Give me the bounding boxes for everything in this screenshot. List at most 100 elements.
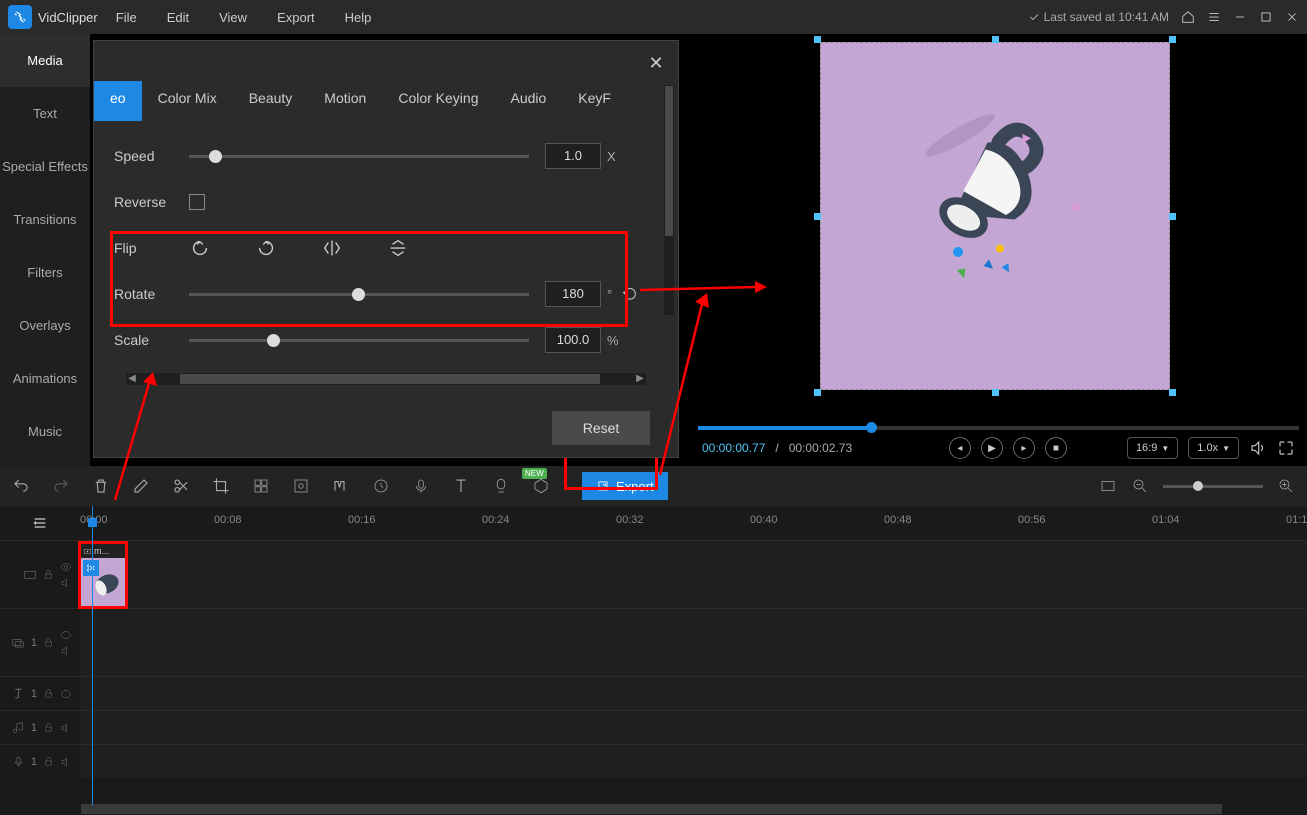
undo-icon[interactable] xyxy=(12,477,30,495)
speed-value[interactable]: 1.0 xyxy=(545,143,601,169)
scroll-left-icon[interactable]: ◀ xyxy=(126,373,138,385)
redo-icon[interactable] xyxy=(52,477,70,495)
delete-icon[interactable] xyxy=(92,477,110,495)
track-mute-icon[interactable] xyxy=(60,577,72,589)
resize-handle[interactable] xyxy=(814,213,821,220)
tab-beauty[interactable]: Beauty xyxy=(233,81,309,121)
track-lock-icon[interactable] xyxy=(43,688,54,699)
flip-vertical-icon[interactable] xyxy=(387,237,409,259)
track-video-icon[interactable] xyxy=(23,568,37,582)
zoom-out-icon[interactable] xyxy=(1131,477,1149,495)
export-button[interactable]: Export xyxy=(582,472,668,500)
track-overlay-icon[interactable] xyxy=(11,636,25,650)
track-music-icon[interactable] xyxy=(12,721,25,734)
scale-slider[interactable] xyxy=(189,339,529,342)
maximize-icon[interactable] xyxy=(1259,10,1273,24)
rotate-value[interactable]: 180 xyxy=(545,281,601,307)
sidebar-item-overlays[interactable]: Overlays xyxy=(0,299,90,352)
scale-value[interactable]: 100.0 xyxy=(545,327,601,353)
flip-horizontal-icon[interactable] xyxy=(321,237,343,259)
track-mute-icon[interactable] xyxy=(60,756,72,768)
hamburger-icon[interactable] xyxy=(1207,10,1221,24)
time-ruler[interactable]: 00:00 00:08 00:16 00:24 00:32 00:40 00:4… xyxy=(80,506,1307,540)
track-text-icon[interactable] xyxy=(12,687,25,700)
freeze-icon[interactable] xyxy=(292,477,310,495)
rotate-cw-icon[interactable] xyxy=(255,237,277,259)
track-lock-icon[interactable] xyxy=(43,722,54,733)
track-visibility-icon[interactable] xyxy=(60,629,72,641)
safe-zone-icon[interactable] xyxy=(1099,477,1117,495)
green-screen-icon[interactable] xyxy=(532,477,550,495)
close-icon[interactable] xyxy=(1285,10,1299,24)
tab-color-mix[interactable]: Color Mix xyxy=(142,81,233,121)
timeline-hscroll[interactable] xyxy=(80,803,1307,815)
play-button[interactable]: ▶ xyxy=(981,437,1003,459)
playhead[interactable] xyxy=(92,506,93,805)
rotate-reset-icon[interactable] xyxy=(622,286,638,302)
sidebar-item-transitions[interactable]: Transitions xyxy=(0,193,90,246)
menu-view[interactable]: View xyxy=(219,10,247,25)
menu-file[interactable]: File xyxy=(116,10,137,25)
zoom-in-icon[interactable] xyxy=(1277,477,1295,495)
next-frame-button[interactable]: ▸ xyxy=(1013,437,1035,459)
resize-handle[interactable] xyxy=(992,36,999,43)
resize-handle[interactable] xyxy=(1169,389,1176,396)
zoom-slider[interactable] xyxy=(1163,485,1263,488)
menu-help[interactable]: Help xyxy=(345,10,372,25)
resize-handle[interactable] xyxy=(992,389,999,396)
track-mute-icon[interactable] xyxy=(60,722,72,734)
track-lock-icon[interactable] xyxy=(43,637,54,648)
track-menu-icon[interactable] xyxy=(30,515,50,531)
video-clip[interactable]: m... xyxy=(80,543,126,607)
sidebar-item-special-effects[interactable]: Special Effects xyxy=(0,140,90,193)
speech-icon[interactable] xyxy=(492,477,510,495)
track-voice-icon[interactable] xyxy=(12,755,25,768)
edit-icon[interactable] xyxy=(132,477,150,495)
tab-audio[interactable]: Audio xyxy=(494,81,562,121)
speed-slider[interactable] xyxy=(189,155,529,158)
volume-icon[interactable] xyxy=(1249,439,1267,457)
tab-motion[interactable]: Motion xyxy=(308,81,382,121)
rotate-ccw-icon[interactable] xyxy=(189,237,211,259)
tab-keyframe[interactable]: KeyF xyxy=(562,81,627,121)
resize-handle[interactable] xyxy=(1169,213,1176,220)
sidebar-item-music[interactable]: Music xyxy=(0,405,90,458)
minimize-icon[interactable] xyxy=(1233,10,1247,24)
track-lock-icon[interactable] xyxy=(43,756,54,767)
resize-handle[interactable] xyxy=(814,389,821,396)
playback-speed-selector[interactable]: 1.0x▼ xyxy=(1188,437,1239,459)
preview-progress[interactable] xyxy=(698,426,1299,430)
text-tool-icon[interactable] xyxy=(452,477,470,495)
sidebar-item-text[interactable]: Text xyxy=(0,87,90,140)
track-visibility-icon[interactable] xyxy=(60,561,72,573)
tab-color-keying[interactable]: Color Keying xyxy=(382,81,494,121)
home-icon[interactable] xyxy=(1181,10,1195,24)
crop-icon[interactable] xyxy=(212,477,230,495)
preview-canvas[interactable] xyxy=(820,42,1170,390)
rotate-slider[interactable] xyxy=(189,293,529,296)
track-mute-icon[interactable] xyxy=(60,645,72,657)
reset-button[interactable]: Reset xyxy=(552,411,650,445)
panel-close-button[interactable]: ✕ xyxy=(646,53,666,73)
menu-export[interactable]: Export xyxy=(277,10,315,25)
progress-thumb[interactable] xyxy=(866,422,877,433)
panel-hscroll[interactable]: ◀ ▶ xyxy=(126,373,646,385)
mosaic-icon[interactable] xyxy=(252,477,270,495)
resize-handle[interactable] xyxy=(814,36,821,43)
track-lock-icon[interactable] xyxy=(43,569,54,580)
resize-handle[interactable] xyxy=(1169,36,1176,43)
voice-icon[interactable] xyxy=(412,477,430,495)
menu-edit[interactable]: Edit xyxy=(167,10,189,25)
stop-button[interactable]: ■ xyxy=(1045,437,1067,459)
split-icon[interactable] xyxy=(172,477,190,495)
track-visibility-icon[interactable] xyxy=(60,688,72,700)
scroll-right-icon[interactable]: ▶ xyxy=(634,373,646,385)
duration-icon[interactable] xyxy=(372,477,390,495)
reverse-checkbox[interactable] xyxy=(189,194,205,210)
aspect-ratio-selector[interactable]: 16:9▼ xyxy=(1127,437,1178,459)
zoom-tool-icon[interactable] xyxy=(332,477,350,495)
sidebar-item-filters[interactable]: Filters xyxy=(0,246,90,299)
fullscreen-icon[interactable] xyxy=(1277,439,1295,457)
prev-frame-button[interactable]: ◂ xyxy=(949,437,971,459)
sidebar-item-animations[interactable]: Animations xyxy=(0,352,90,405)
